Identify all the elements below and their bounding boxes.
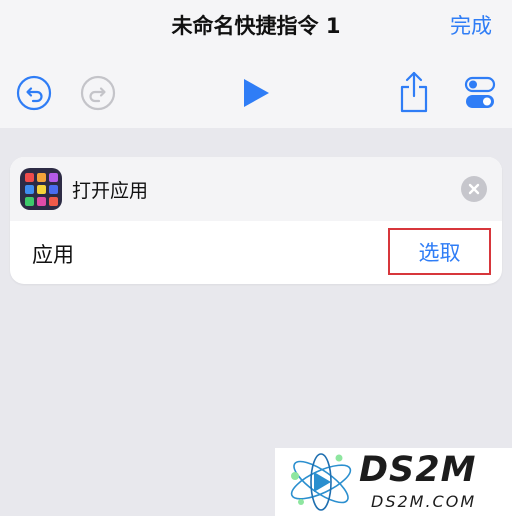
- apps-grid-tile: [36, 184, 46, 194]
- apps-grid-tile: [24, 172, 34, 182]
- apps-grid-tile: [36, 196, 46, 206]
- apps-grid-tile: [48, 184, 58, 194]
- close-icon: [468, 183, 480, 195]
- action-title: 打开应用: [72, 180, 149, 202]
- watermark: DS2M DS2M.COM: [275, 448, 512, 516]
- redo-button[interactable]: [80, 75, 116, 111]
- remove-action-button[interactable]: [461, 176, 487, 202]
- action-card-header: 打开应用: [10, 157, 502, 221]
- apps-grid-tile: [24, 196, 34, 206]
- done-button[interactable]: 完成: [450, 10, 492, 40]
- apps-grid-tile: [48, 196, 58, 206]
- shortcut-title[interactable]: 未命名快捷指令 1: [0, 10, 512, 40]
- play-icon: [244, 79, 269, 107]
- top-bar: 未命名快捷指令 1 完成: [0, 0, 512, 128]
- share-icon: [400, 71, 428, 113]
- app-parameter-label: 应用: [32, 243, 74, 267]
- atom-logo-icon: [290, 453, 352, 511]
- apps-grid-tile: [24, 184, 34, 194]
- watermark-site: DS2M.COM: [371, 492, 477, 511]
- apps-grid-tile: [36, 172, 46, 182]
- undo-icon: [16, 75, 52, 111]
- choose-app-button[interactable]: 选取: [388, 228, 491, 275]
- settings-toggle-button[interactable]: [462, 74, 498, 112]
- apps-grid-icon: [20, 168, 62, 210]
- apps-grid-tile: [48, 172, 58, 182]
- redo-icon: [80, 75, 116, 111]
- settings-toggle-icon: [464, 76, 496, 108]
- play-button[interactable]: [236, 74, 276, 112]
- watermark-brand: DS2M: [359, 450, 477, 490]
- open-app-action-card[interactable]: 打开应用 应用 选取: [10, 157, 502, 284]
- undo-button[interactable]: [16, 75, 52, 111]
- share-button[interactable]: [394, 70, 434, 114]
